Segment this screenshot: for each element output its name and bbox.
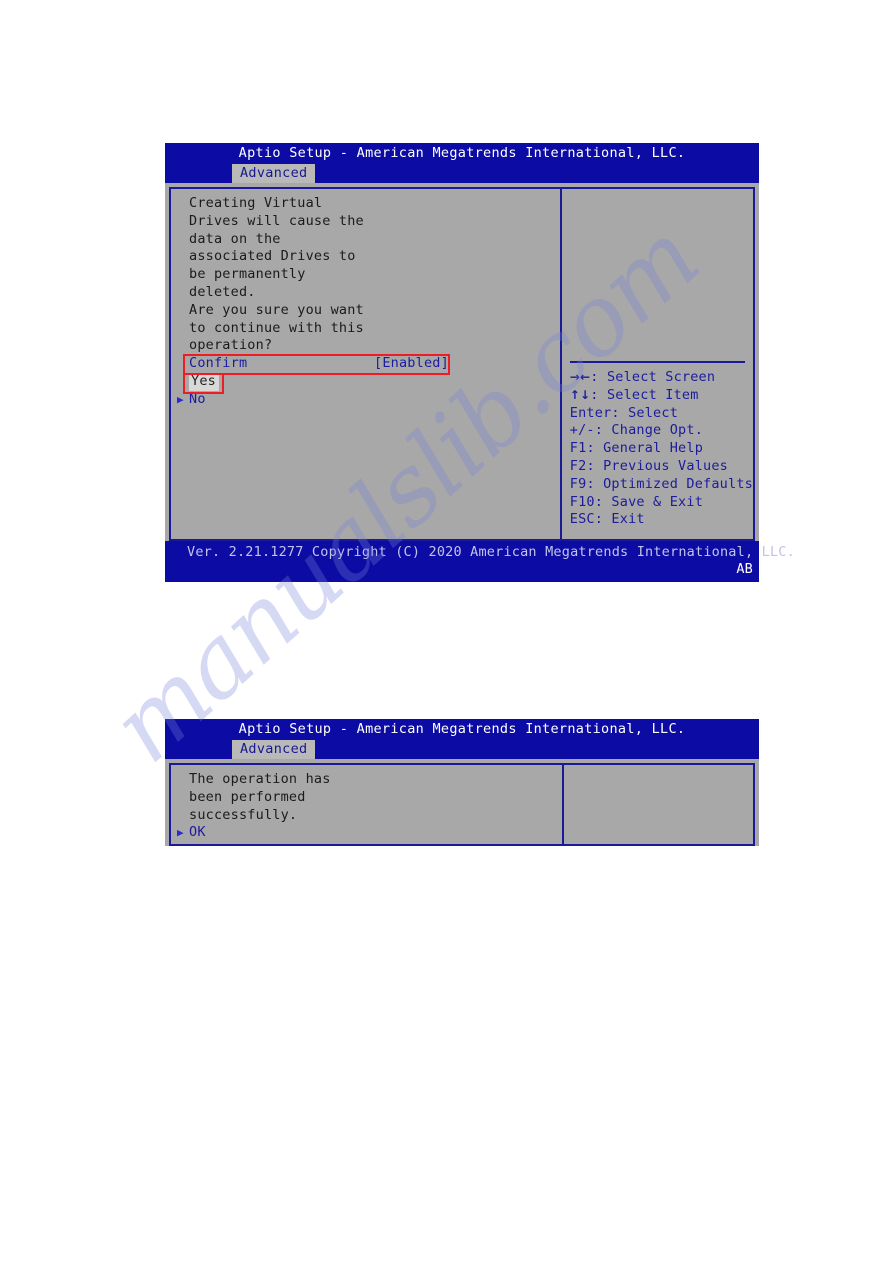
message-line: associated Drives to	[189, 248, 356, 265]
help-key-action: : Exit	[594, 511, 645, 528]
message-line: The operation has	[189, 771, 331, 787]
bios-screen-confirm-dialog: Aptio Setup - American Megatrends Intern…	[165, 143, 795, 582]
help-key-action: : Select Screen	[590, 369, 716, 385]
help-key-row: F2: Previous Values	[570, 458, 753, 476]
help-key-row: Enter: Select	[570, 405, 753, 423]
help-key-action: : General Help	[586, 440, 704, 457]
help-key-action: : Save & Exit	[594, 493, 704, 510]
message-line: deleted.	[189, 283, 256, 300]
footer-code: AB	[736, 561, 753, 577]
message-line: Drives will cause the	[189, 212, 364, 229]
help-key-action: : Optimized Defaults	[586, 475, 753, 492]
help-key-action: : Previous Values	[586, 457, 729, 474]
footer-version-text: Ver. 2.21.1277 Copyright (C) 2020 Americ…	[187, 544, 795, 560]
tab-advanced[interactable]: Advanced	[232, 164, 316, 183]
help-key-name: F1	[569, 440, 587, 457]
choice-yes-label: Yes	[189, 372, 219, 391]
bios-panels: Creating Virtual Drives will cause the d…	[169, 187, 755, 541]
settings-panel: The operation has been performed success…	[171, 765, 564, 844]
choice-no-label: No	[189, 390, 206, 407]
choice-ok[interactable]: ▶ OK	[171, 824, 562, 842]
help-key-row: F9: Optimized Defaults	[570, 476, 753, 494]
bios-tab-bar: Advanced	[165, 740, 759, 759]
help-key-name: F10	[569, 493, 595, 510]
bios-panels: The operation has been performed success…	[169, 763, 755, 846]
help-panel: →←: Select Screen ↑↓: Select Item Enter:…	[562, 189, 753, 539]
help-key-row: ESC: Exit	[570, 511, 753, 529]
message-line: been performed	[189, 788, 306, 805]
confirm-option-value[interactable]: [Enabled]	[374, 355, 449, 373]
bios-title-bar: Aptio Setup - American Megatrends Intern…	[165, 719, 759, 740]
help-key-list: →←: Select Screen ↑↓: Select Item Enter:…	[562, 363, 753, 529]
choice-yes[interactable]: Yes	[171, 372, 560, 391]
message-line: successfully.	[189, 806, 298, 823]
help-key-name: +/-	[569, 422, 595, 439]
bios-body: The operation has been performed success…	[165, 759, 759, 846]
help-key-action: : Change Opt.	[594, 422, 704, 439]
message-line: operation?	[189, 337, 273, 354]
help-key-row: F1: General Help	[570, 440, 753, 458]
help-key-name: ESC	[569, 511, 595, 528]
bios-tab-bar: Advanced	[165, 164, 759, 183]
bios-screen-success-dialog: Aptio Setup - American Megatrends Intern…	[165, 719, 759, 846]
message-line: be permanently	[189, 266, 306, 283]
help-key-action: : Select Item	[590, 386, 699, 403]
help-key-action: : Select	[611, 404, 679, 421]
bios-footer: Ver. 2.21.1277 Copyright (C) 2020 Americ…	[165, 541, 795, 582]
bios-body: Creating Virtual Drives will cause the d…	[165, 183, 759, 541]
help-key-row: F10: Save & Exit	[570, 494, 753, 512]
confirm-option-label: Confirm	[189, 355, 248, 372]
arrow-up-down-icon: ↑↓	[569, 387, 591, 402]
message-line: Creating Virtual	[189, 195, 323, 211]
arrow-left-right-icon: →←	[569, 370, 591, 384]
triangle-right-icon: ▶	[177, 826, 184, 840]
message-line: data on the	[189, 230, 281, 247]
help-panel	[564, 765, 753, 844]
choice-ok-label: OK	[189, 824, 206, 841]
choice-no[interactable]: ▶ No	[171, 391, 560, 409]
tab-advanced[interactable]: Advanced	[232, 740, 316, 759]
message-line: Are you sure you want	[189, 301, 364, 318]
help-key-name: Enter	[569, 404, 612, 421]
help-key-name: F9	[569, 475, 587, 492]
bios-title-bar: Aptio Setup - American Megatrends Intern…	[165, 143, 759, 164]
help-panel-blank-area	[562, 189, 753, 361]
help-key-row: +/-: Change Opt.	[570, 422, 753, 440]
settings-panel: Creating Virtual Drives will cause the d…	[171, 189, 562, 539]
help-key-name: F2	[569, 457, 587, 474]
triangle-right-icon: ▶	[177, 392, 184, 406]
help-key-row: →←: Select Screen	[570, 369, 753, 387]
help-key-row: ↑↓: Select Item	[570, 387, 753, 405]
message-line: to continue with this	[189, 319, 364, 336]
confirm-option-row[interactable]: Confirm [Enabled]	[171, 355, 560, 373]
